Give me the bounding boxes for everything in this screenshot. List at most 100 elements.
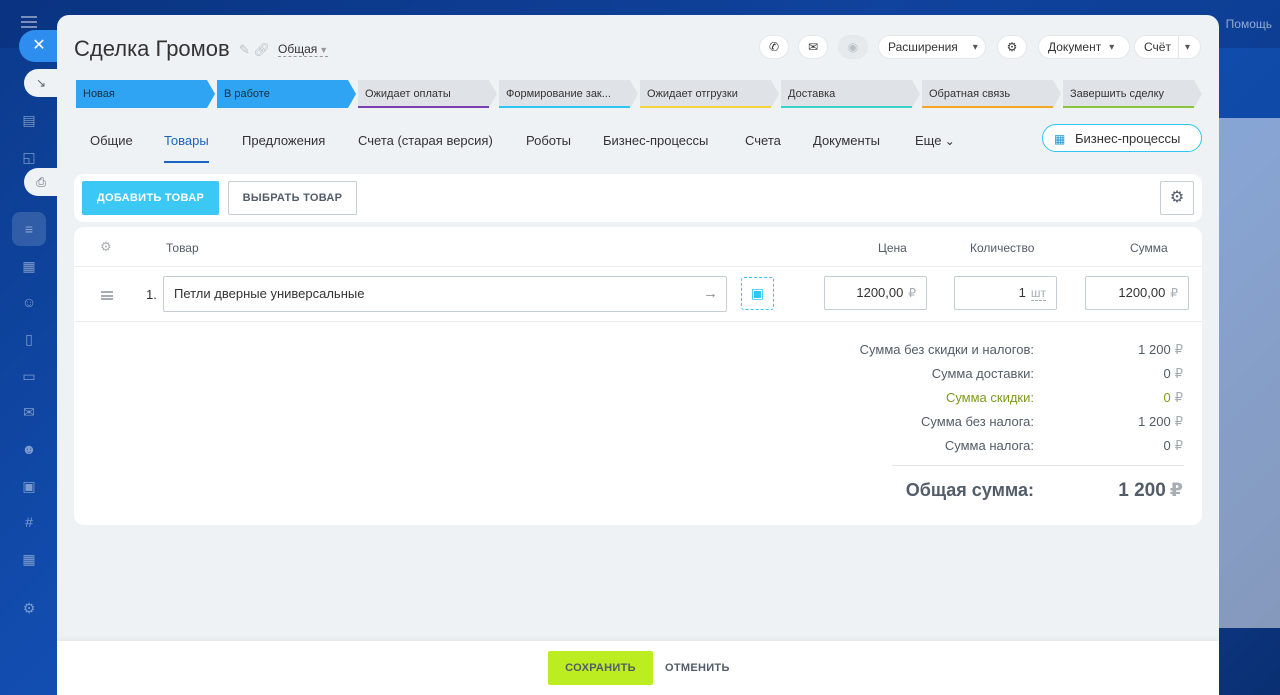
summary-label: Сумма налога: — [944, 438, 1034, 453]
price-field[interactable]: 1200,00 ₽ — [824, 276, 927, 310]
summary-value: 0 ₽ — [1163, 366, 1183, 381]
cancel-button[interactable]: ОТМЕНИТЬ — [665, 651, 730, 685]
divider — [74, 321, 1202, 322]
tab-7[interactable]: Счета — [729, 131, 797, 161]
business-processes-button[interactable]: ▦ Бизнес-процессы — [1042, 124, 1202, 152]
mail-icon[interactable]: ✉ — [19, 403, 39, 421]
gear-icon: ⚙ — [1006, 40, 1018, 54]
stage-label: Завершить сделку — [1070, 88, 1165, 100]
link-icon[interactable]: 🔗︎ — [254, 42, 271, 57]
tab-5[interactable]: Роботы — [510, 131, 587, 161]
settings-button[interactable]: ⚙ — [997, 35, 1027, 59]
table-settings-button[interactable]: ⚙ — [1160, 181, 1194, 215]
total-value: 1 200 ₽ — [1118, 480, 1183, 501]
column-header-quantity: Количество — [970, 241, 1035, 255]
summary-label: Сумма скидки: — [945, 390, 1034, 405]
workflow-icon: ▦ — [1054, 132, 1066, 146]
summary-label: Сумма без налога: — [921, 414, 1034, 429]
column-header-product: Товар — [166, 241, 199, 255]
monitor-icon[interactable]: ▣ — [19, 477, 39, 495]
chevron-down-icon[interactable]: ▾ — [973, 42, 978, 53]
price-value: 1200,00 — [856, 285, 904, 300]
invoice-label: Счёт — [1144, 40, 1171, 54]
robot-icon[interactable]: ☺ — [19, 293, 39, 311]
tab-1[interactable]: Общие — [74, 131, 149, 161]
stage-4[interactable]: Формирование зак... — [499, 80, 638, 108]
column-settings-icon[interactable]: ⚙ — [100, 239, 112, 255]
stage-8[interactable]: Завершить сделку — [1063, 80, 1202, 108]
footer-bar: СОХРАНИТЬ ОТМЕНИТЬ — [57, 641, 1219, 695]
tab-6[interactable]: Бизнес-процессы — [587, 131, 724, 161]
tab-label: Роботы — [526, 133, 572, 148]
hashtag-icon[interactable]: # — [19, 513, 39, 531]
email-button[interactable]: ✉ — [798, 35, 828, 59]
summary-value: 0 ₽ — [1163, 390, 1183, 405]
chevron-down-icon[interactable]: ▾ — [1185, 42, 1190, 53]
document-button[interactable]: Документ ▾ — [1038, 35, 1130, 59]
chat-icon[interactable]: ◱ — [19, 148, 39, 166]
document-icon[interactable]: ▤ — [19, 111, 39, 129]
stage-1[interactable]: Новая — [76, 80, 215, 108]
drag-handle-icon[interactable] — [101, 291, 113, 300]
tab-3[interactable]: Предложения — [226, 131, 341, 161]
tab-label: Общие — [90, 133, 133, 148]
chat-button[interactable]: ◉ — [838, 35, 868, 59]
extensions-button[interactable]: Расширения ▾ — [878, 35, 986, 59]
stage-6[interactable]: Доставка — [781, 80, 920, 108]
stage-7[interactable]: Обратная связь — [922, 80, 1061, 108]
call-button[interactable]: ✆ — [759, 35, 789, 59]
tab-8[interactable]: Документы — [797, 131, 896, 161]
schedule-icon[interactable]: ▦ — [19, 550, 39, 568]
title-tools: ✎ 🔗︎ — [239, 42, 270, 58]
stage-underline — [358, 106, 489, 108]
stage-2[interactable]: В работе — [217, 80, 356, 108]
row-number: 1. — [146, 287, 157, 302]
category-label: Общая — [278, 42, 318, 56]
column-header-price: Цена — [878, 241, 907, 255]
add-product-button[interactable]: ДОБАВИТЬ ТОВАР — [82, 181, 219, 215]
tab-4[interactable]: Счета (старая версия) — [342, 131, 509, 161]
sum-value: 1200,00 — [1118, 285, 1166, 300]
stage-underline — [499, 106, 630, 108]
product-name-field[interactable]: Петли дверные универсальные → — [163, 276, 727, 312]
choose-product-button[interactable]: ВЫБРАТЬ ТОВАР — [228, 181, 357, 215]
calendar-icon[interactable]: ▦ — [19, 257, 39, 275]
arrow-right-icon[interactable]: → — [703, 277, 718, 311]
stage-5[interactable]: Ожидает отгрузки — [640, 80, 779, 108]
summary-value: 0 ₽ — [1163, 438, 1183, 453]
image-placeholder-icon[interactable]: ▣ — [741, 277, 774, 310]
category-selector[interactable]: Общая ▼ — [278, 42, 329, 57]
divider — [892, 465, 1184, 466]
card-icon[interactable]: ▭ — [19, 367, 39, 385]
minimize-icon[interactable]: ↘ — [24, 69, 58, 97]
help-link[interactable]: Помощь — [1226, 17, 1272, 31]
stage-bar: Новая В работе Ожидает оплаты Формирование … — [76, 80, 1202, 108]
tab-2[interactable]: Товары — [148, 131, 225, 163]
invoice-button[interactable]: Счёт ▾ — [1134, 35, 1201, 59]
quantity-value: 1 — [1018, 285, 1026, 300]
menu-icon[interactable] — [21, 16, 37, 28]
stage-label: Ожидает оплаты — [365, 88, 451, 100]
stage-3[interactable]: Ожидает оплаты — [358, 80, 497, 108]
filter-icon[interactable]: ≡ — [19, 220, 39, 238]
tab-9[interactable]: Еще ⌄ — [899, 131, 971, 161]
left-sidebar: ✕ ↘ ▤ ◱ ⎙ ≡ ▦ ☺ ▯ ▭ ✉ ☻ ▣ # ▦ ⚙ — [0, 0, 59, 695]
quantity-field[interactable]: 1 шт — [954, 276, 1057, 310]
stage-label: Ожидает отгрузки — [647, 88, 738, 100]
stage-underline — [781, 106, 912, 108]
edit-icon[interactable]: ✎ — [239, 42, 250, 57]
save-button[interactable]: СОХРАНИТЬ — [548, 651, 653, 685]
sum-field[interactable]: 1200,00 ₽ — [1085, 276, 1189, 310]
unit-selector[interactable]: шт — [1030, 286, 1046, 301]
chevron-down-icon: ⌄ — [941, 134, 955, 148]
close-slider-button[interactable]: ✕ — [19, 30, 59, 62]
product-name: Петли дверные универсальные — [174, 286, 365, 301]
file-icon[interactable]: ▯ — [19, 330, 39, 348]
product-table: ⚙ Товар Цена Количество Сумма 1. Петли д… — [74, 227, 1202, 525]
print-icon[interactable]: ⎙ — [24, 168, 58, 196]
stage-label: Обратная связь — [929, 88, 1011, 100]
page-title: Сделка Громов — [74, 36, 230, 61]
stage-label: Новая — [83, 88, 115, 100]
settings-icon[interactable]: ⚙ — [19, 599, 39, 617]
contacts-icon[interactable]: ☻ — [19, 440, 39, 458]
